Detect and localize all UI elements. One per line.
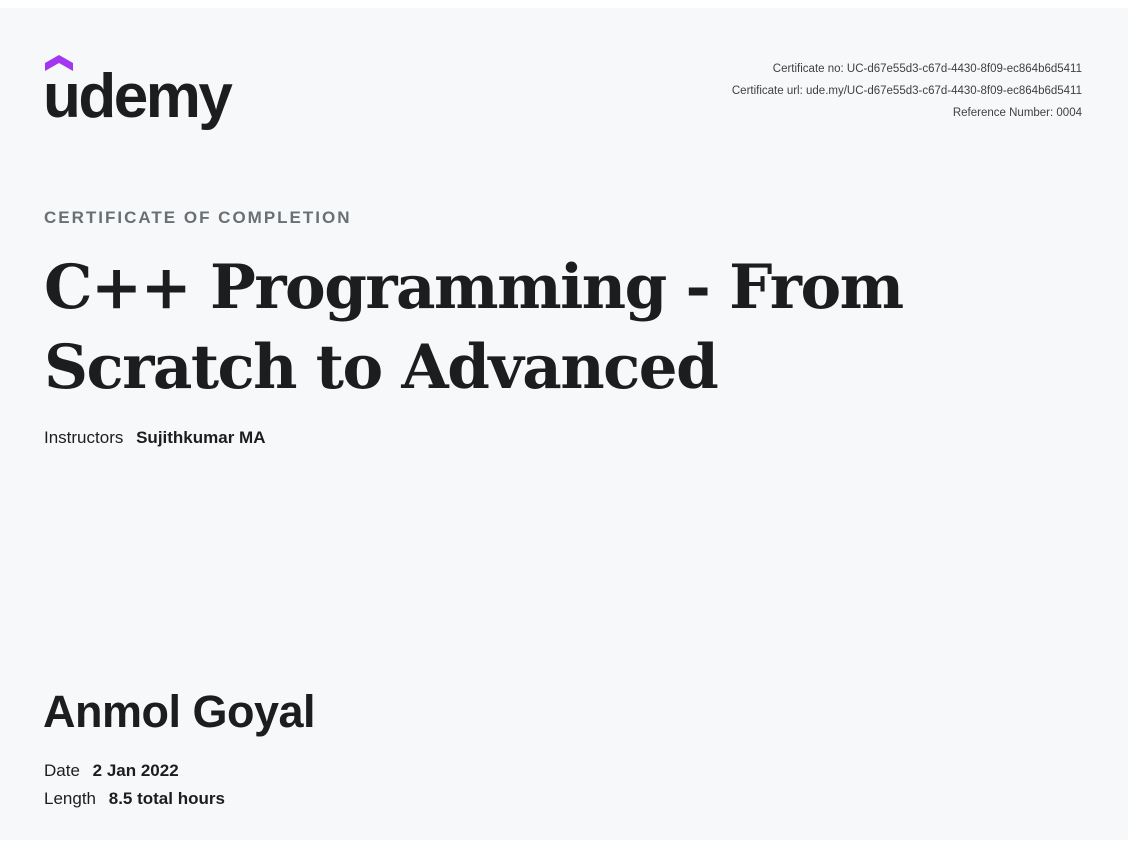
certificate-number: Certificate no: UC-d67e55d3-c67d-4430-8f… [772,63,1082,75]
instructors-line: Instructors Sujithkumar MA [44,428,266,448]
udemy-logo-text: udemy [43,62,233,131]
length-label: Length [44,789,96,808]
date-value: 2 Jan 2022 [92,761,179,780]
length-value: 8.5 total hours [108,789,225,808]
certificate-kicker: CERTIFICATE OF COMPLETION [44,208,352,227]
course-title: C++ Programming - From Scratch to Advanc… [44,252,904,403]
certificate-details: Date 2 Jan 2022 Length 8.5 total hours [44,757,225,813]
instructors-label: Instructors [44,428,124,447]
certificate-meta: Certificate no: UC-d67e55d3-c67d-4430-8f… [732,58,1082,124]
instructor-name: Sujithkumar MA [136,428,266,447]
length-row: Length 8.5 total hours [44,785,225,813]
udemy-logo-mark-icon [45,55,73,71]
certificate: udemy Certificate no: UC-d67e55d3-c67d-4… [0,8,1128,840]
date-row: Date 2 Jan 2022 [44,757,225,785]
date-label: Date [44,761,80,780]
certificate-url: Certificate url: ude.my/UC-d67e55d3-c67d… [731,85,1082,97]
reference-number: Reference Number: 0004 [952,107,1082,119]
student-name: Anmol Goyal [43,686,316,737]
udemy-logo: udemy [43,54,233,131]
